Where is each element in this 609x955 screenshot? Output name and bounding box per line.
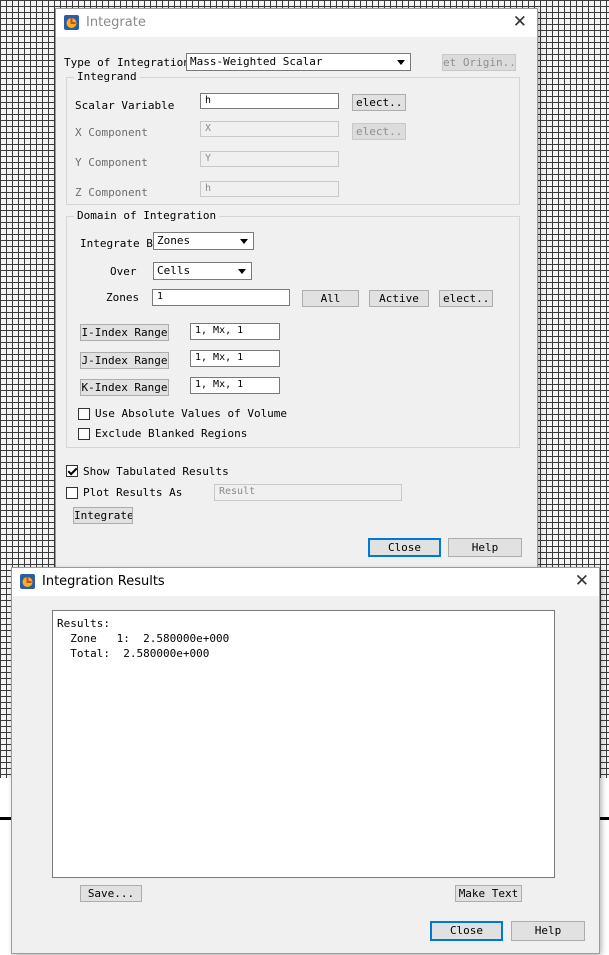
abs-volume-checkbox[interactable] [78,408,90,420]
y-component-input[interactable]: Y [200,151,339,167]
integrate-title: Integrate [86,15,146,30]
zones-input[interactable]: 1 [152,289,290,306]
exclude-blanked-label: Exclude Blanked Regions [95,427,248,440]
background-axis-line-left [0,817,12,820]
k-index-range-input[interactable]: 1, Mx, 1 [190,377,280,394]
show-tabulated-checkbox[interactable] [66,465,78,477]
chevron-down-icon [240,239,248,244]
checkmark-icon [67,465,78,476]
plot-results-input[interactable]: Result [214,484,402,501]
integrate-dialog: Integrate ✕ Type of Integration Mass-Wei… [56,9,537,571]
integrate-close-button[interactable]: Close [368,538,441,557]
j-index-range-button[interactable]: J-Index Range [80,352,169,369]
scalar-variable-label: Scalar Variable [75,99,175,112]
integrate-titlebar: Integrate ✕ [56,9,537,37]
zones-label: Zones [106,291,140,304]
z-component-label: Z Component [75,186,148,199]
x-component-input[interactable]: X [200,121,339,137]
integrand-legend: Integrand [74,70,140,83]
domain-legend: Domain of Integration [74,209,220,222]
tecplot-app-icon [20,574,35,589]
over-label: Over [110,265,137,278]
integrate-by-label: Integrate By [80,237,160,250]
set-origin-button[interactable]: et Origin.. [442,54,516,71]
k-index-range-button[interactable]: K-Index Range [80,379,169,396]
zones-active-button[interactable]: Active [369,290,429,307]
results-close-icon[interactable]: ✕ [575,571,589,591]
x-select-button[interactable]: elect... [352,123,406,140]
integrate-button[interactable]: Integrate [73,507,133,524]
z-component-input[interactable]: h [200,181,339,197]
plot-results-checkbox[interactable] [66,487,78,499]
i-index-range-input[interactable]: 1, Mx, 1 [190,323,280,340]
chevron-down-icon [238,269,246,274]
save-button[interactable]: Save... [80,885,142,902]
plot-results-label: Plot Results As [83,486,183,499]
results-help-button[interactable]: Help [511,921,585,941]
type-of-integration-dropdown[interactable]: Mass-Weighted Scalar [186,53,411,71]
exclude-blanked-checkbox[interactable] [78,428,90,440]
chevron-down-icon [397,60,405,65]
integrate-close-icon[interactable]: ✕ [513,12,527,32]
background-axis-line-right [599,817,609,820]
j-index-range-input[interactable]: 1, Mx, 1 [190,350,280,367]
y-component-label: Y Component [75,156,148,169]
type-of-integration-label: Type of Integration [64,56,190,69]
scalar-select-button[interactable]: elect... [352,94,406,111]
i-index-range-button[interactable]: I-Index Range [80,324,169,341]
x-component-label: X Component [75,126,148,139]
show-tabulated-label: Show Tabulated Results [83,465,229,478]
integrate-help-button[interactable]: Help [448,538,522,557]
results-title: Integration Results [42,574,165,589]
over-dropdown[interactable]: Cells [153,262,252,280]
tecplot-app-icon [64,15,79,30]
results-titlebar: Integration Results ✕ [12,568,599,596]
make-text-button[interactable]: Make Text [455,885,522,902]
results-text-area[interactable]: Results: Zone 1: 2.580000e+000 Total: 2.… [52,610,555,878]
integrate-by-dropdown[interactable]: Zones [153,232,254,250]
over-value: Cells [157,264,191,277]
zones-all-button[interactable]: All [302,290,359,307]
results-close-button[interactable]: Close [430,921,503,941]
type-of-integration-value: Mass-Weighted Scalar [190,55,323,68]
zones-select-button[interactable]: elect... [439,290,493,307]
abs-volume-label: Use Absolute Values of Volume [95,407,288,420]
integrate-by-value: Zones [157,234,191,247]
integration-results-dialog: Integration Results ✕ Results: Zone 1: 2… [12,568,599,953]
scalar-variable-input[interactable]: h [200,93,339,109]
